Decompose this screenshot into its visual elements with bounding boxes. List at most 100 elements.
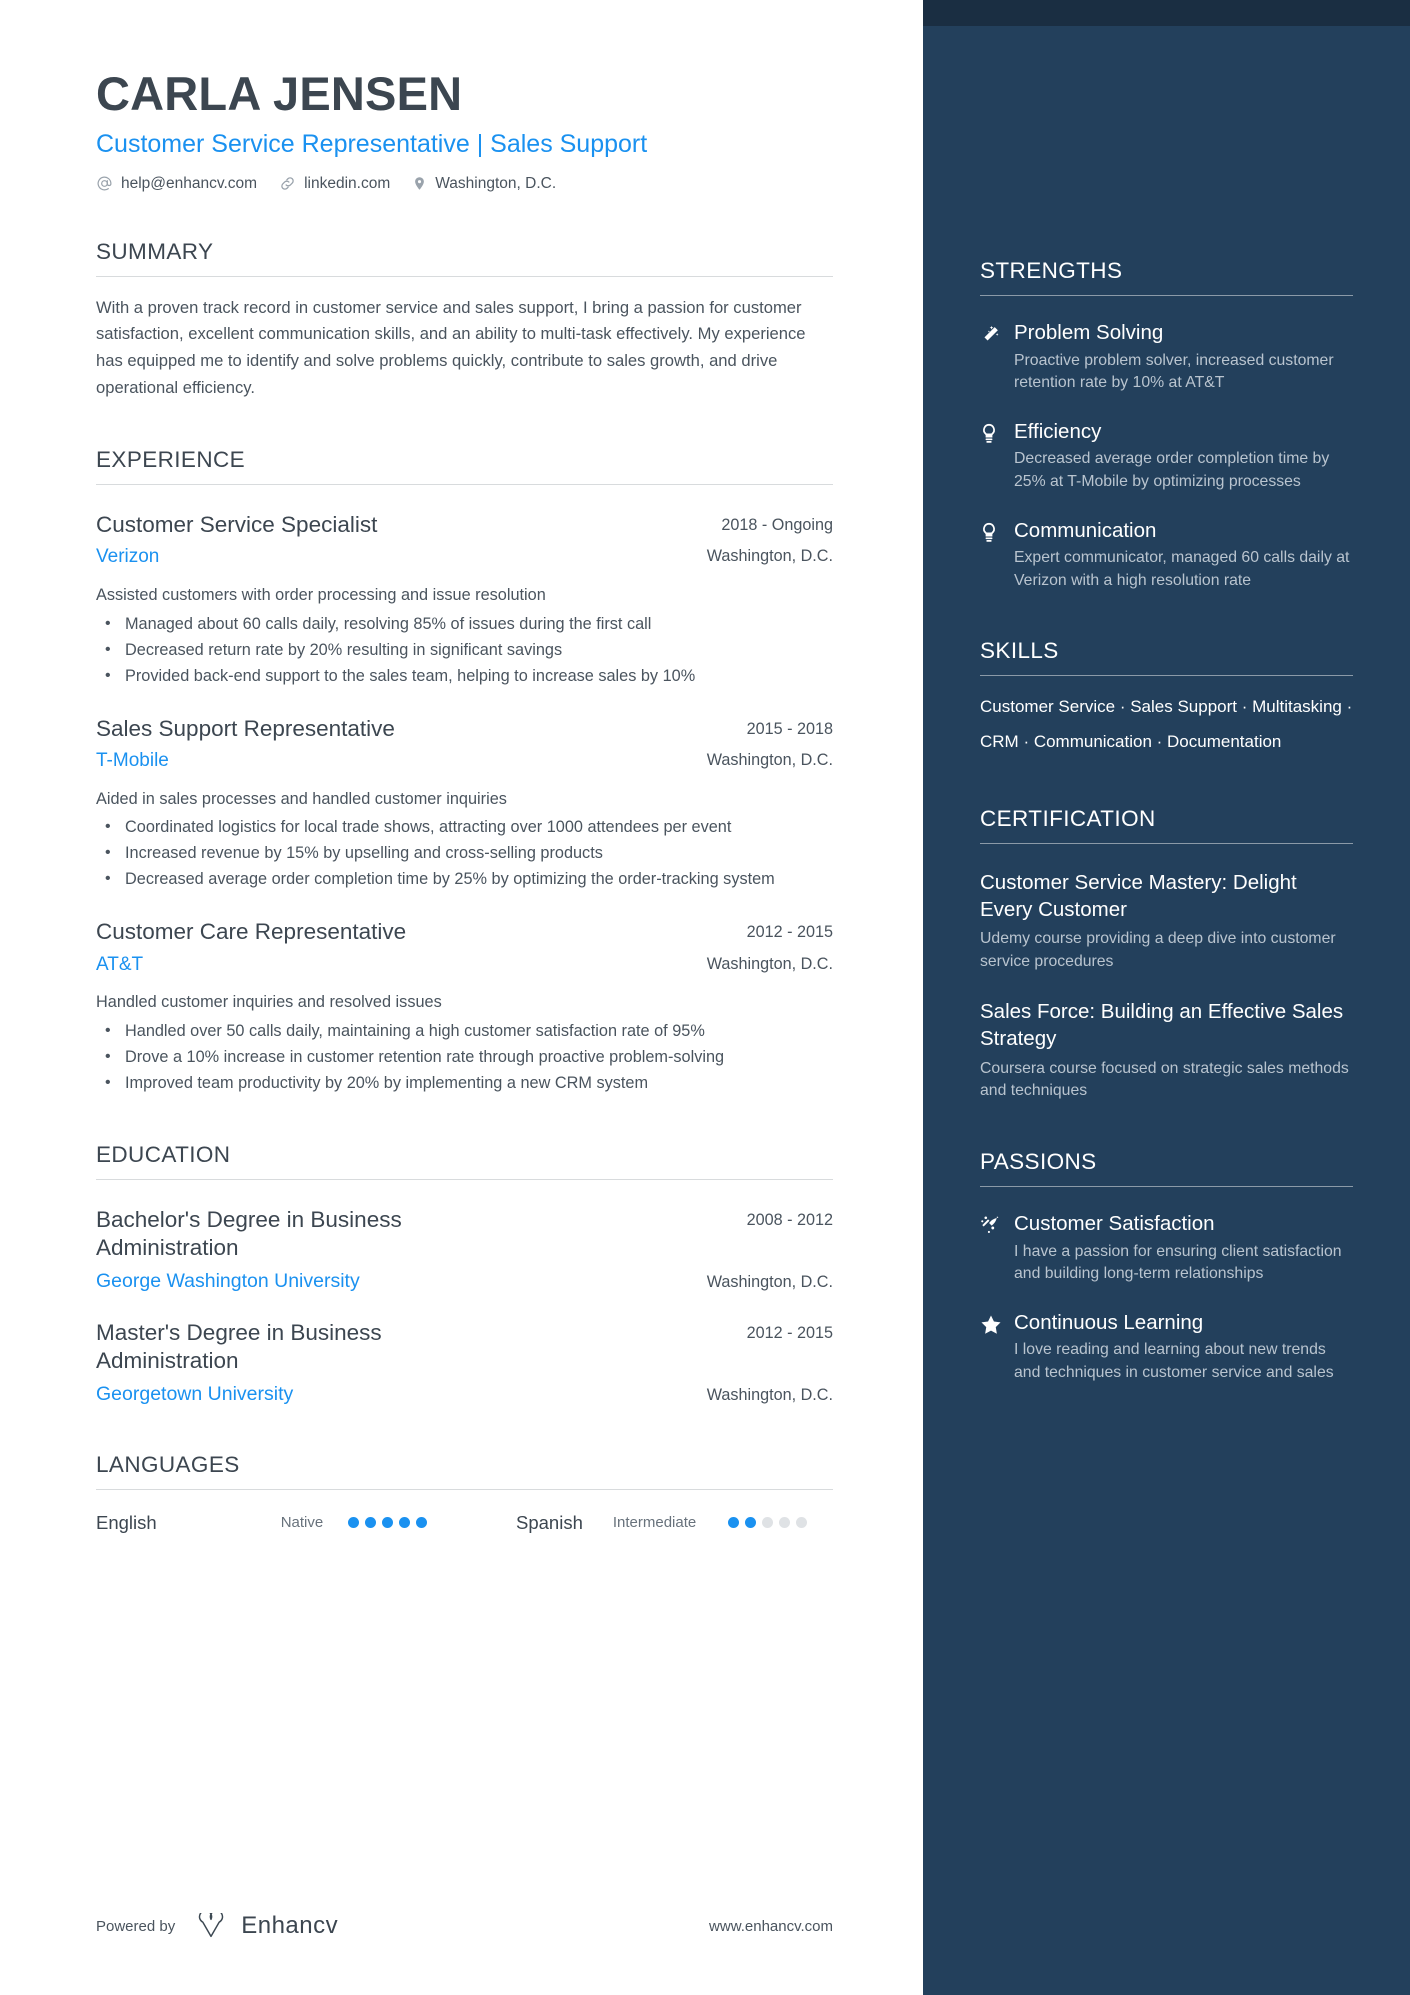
experience-entry: Sales Support Representative 2015 - 2018… [96,715,833,893]
experience-bullet: Coordinated logistics for local trade sh… [96,815,833,840]
section-divider [980,675,1353,677]
summary-text: With a proven track record in customer s… [96,297,806,397]
section-divider [980,1185,1353,1187]
language-level: Intermediate [612,1514,697,1532]
experience-location: Washington, D.C. [706,750,833,769]
education-degree: Master's Degree in Business Administrati… [96,1319,382,1374]
certification-name: Customer Service Mastery: Delight Every … [980,871,1297,921]
proficiency-dot [762,1517,774,1529]
education-school[interactable]: George Washington University [96,1270,360,1293]
strength-icon-wrap [980,320,1014,350]
section-title-skills: SKILLS [980,638,1059,664]
certification-item: Customer Service Mastery: Delight Every … [980,870,1353,973]
lightbulb-icon [983,423,995,443]
lightbulb-icon [983,522,995,542]
contact-email[interactable]: help@enhancv.com [96,175,257,193]
section-divider [980,295,1353,296]
experience-bullets: Coordinated logistics for local trade sh… [96,815,833,892]
experience-company[interactable]: T-Mobile [96,749,169,774]
experience-location: Washington, D.C. [706,954,833,973]
experience-bullet: Increased revenue by 15% by upselling an… [96,841,833,866]
powered-by-block: Powered by Enhancv [96,1912,338,1940]
experience-bullet: Improved team productivity by 20% by imp… [96,1071,833,1096]
location-pin-icon [415,177,425,191]
contact-email-text: help@enhancv.com [121,174,258,192]
enhancv-logo-icon [199,1913,224,1938]
strength-icon-wrap [980,518,1014,548]
experience-dates: 2015 - 2018 [746,719,833,738]
enhancv-brand: Enhancv [192,1912,338,1940]
education-entry: Master's Degree in Business Administrati… [96,1319,833,1406]
link-icon [281,177,294,191]
skills-text: Customer Service · Sales Support · Multi… [980,697,1353,752]
section-divider [96,484,833,486]
section-title-summary: SUMMARY [96,238,214,264]
section-divider [980,843,1353,845]
education-school[interactable]: Georgetown University [96,1383,293,1406]
experience-company[interactable]: Verizon [96,545,159,570]
certification-item: Sales Force: Building an Effective Sales… [980,999,1353,1102]
proficiency-dot [796,1517,808,1529]
language-name: Spanish [516,1511,583,1533]
passion-description: I love reading and learning about new tr… [1014,1341,1334,1381]
enhancv-brand-name: Enhancv [241,1912,339,1939]
experience-summary: Handled customer inquiries and resolved … [96,993,442,1012]
passion-icon-wrap [980,1211,1014,1241]
section-title-passions: PASSIONS [980,1148,1097,1174]
proficiency-dot [728,1517,740,1529]
experience-bullet: Managed about 60 calls daily, resolving … [96,612,833,637]
candidate-name: CARLA JENSEN [96,67,463,120]
section-title-experience: EXPERIENCE [96,447,246,473]
strength-title: Efficiency [1014,419,1102,443]
strength-title: Problem Solving [1014,321,1164,344]
certification-description: Udemy course providing a deep dive into … [980,930,1336,970]
certification-name: Sales Force: Building an Effective Sales… [980,1000,1344,1051]
contact-linkedin[interactable]: linkedin.com [279,175,390,193]
proficiency-dot [416,1517,428,1529]
experience-role: Sales Support Representative [96,715,395,741]
strength-icon-wrap [980,419,1014,449]
resume-sidebar: STRENGTHS Problem Solving Proactive prob… [923,0,1410,1995]
contact-location-text: Washington, D.C. [435,174,557,192]
magic-wand-icon [984,325,999,341]
section-experience: EXPERIENCE Customer Service Specialist 2… [96,447,833,1096]
experience-bullet: Handled over 50 calls daily, maintaining… [96,1019,833,1044]
education-dates: 2008 - 2012 [746,1210,833,1229]
section-summary: SUMMARY With a proven track record in cu… [96,239,833,401]
section-strengths: STRENGTHS Problem Solving Proactive prob… [980,258,1353,592]
certification-description: Coursera course focused on strategic sal… [980,1059,1349,1100]
proficiency-dot [779,1517,791,1529]
language-name: English [96,1511,157,1533]
proficiency-dot [365,1517,377,1529]
resume-page: CARLA JENSEN Customer Service Representa… [0,0,1410,1995]
experience-bullet: Decreased return rate by 20% resulting i… [96,638,833,663]
passion-item: Customer Satisfaction I have a passion f… [980,1211,1353,1286]
experience-bullets: Handled over 50 calls daily, maintaining… [96,1019,833,1096]
education-location: Washington, D.C. [706,1385,833,1404]
education-dates: 2012 - 2015 [746,1323,833,1342]
experience-bullet: Provided back-end support to the sales t… [96,664,833,689]
section-passions: PASSIONS Customer Satisfaction I have a … [980,1149,1353,1385]
contact-location: Washington, D.C. [412,175,556,193]
strength-title: Communication [1014,518,1157,542]
proficiency-dot [382,1517,394,1529]
candidate-headline: Customer Service Representative | Sales … [96,129,648,158]
language-level: Native [280,1514,324,1532]
contact-linkedin-text: linkedin.com [304,174,391,192]
passion-description: I have a passion for ensuring client sat… [1014,1242,1342,1283]
contact-bar: help@enhancv.com linkedin.com Washington… [96,175,833,193]
strength-description: Expert communicator, managed 60 calls da… [1014,549,1350,589]
strength-item: Efficiency Decreased average order compl… [980,419,1353,494]
experience-entry: Customer Care Representative 2012 - 2015… [96,918,833,1096]
section-title-strengths: STRENGTHS [980,258,1123,283]
experience-bullet: Decreased average order completion time … [96,867,833,892]
enhancv-website[interactable]: www.enhancv.com [709,1918,833,1935]
experience-bullets: Managed about 60 calls daily, resolving … [96,612,833,689]
section-title-education: EDUCATION [96,1141,231,1167]
section-divider [96,1178,833,1180]
education-degree: Bachelor's Degree in Business Administra… [96,1206,402,1261]
experience-company[interactable]: AT&T [96,953,143,978]
passion-title: Continuous Learning [1014,1310,1204,1334]
language-item: Spanish Intermediate [516,1511,808,1534]
passion-icon-wrap [980,1310,1014,1341]
